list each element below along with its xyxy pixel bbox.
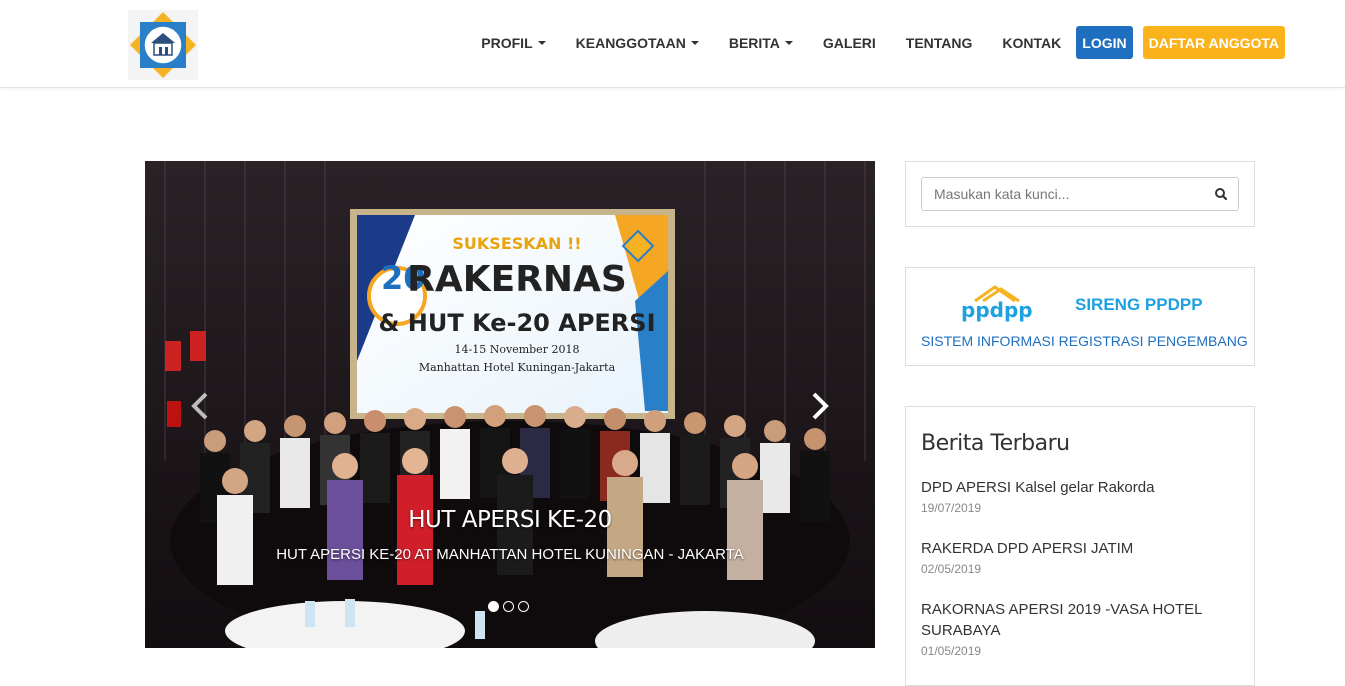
search-icon (1215, 188, 1228, 201)
nav-profil[interactable]: PROFIL (466, 35, 560, 51)
news-item: RAKERDA DPD APERSI JATIM 02/05/2019 (921, 538, 1241, 576)
news-item-title[interactable]: RAKERDA DPD APERSI JATIM (921, 538, 1241, 559)
sireng-title: SIRENG PPDPP (1075, 295, 1203, 314)
latest-news-panel: Berita Terbaru DPD APERSI Kalsel gelar R… (905, 406, 1255, 686)
register-member-button[interactable]: DAFTAR ANGGOTA (1142, 26, 1285, 59)
navbar: PROFIL KEANGGOTAAN BERITA GALERI TENTANG… (0, 0, 1345, 88)
search-input[interactable] (921, 177, 1239, 211)
news-item-title[interactable]: DPD APERSI Kalsel gelar Rakorda (921, 477, 1241, 498)
caret-down-icon (537, 40, 546, 45)
news-item-title[interactable]: RAKORNAS APERSI 2019 -VASA HOTEL SURABAY… (921, 599, 1241, 641)
nav-berita-label: BERITA (728, 34, 780, 51)
event-photo: 20 SUKSESKAN !! RAKERNAS & HUT Ke-20 APE… (145, 161, 875, 648)
sireng-subtitle: SISTEM INFORMASI REGISTRASI PENGEMBANG (921, 333, 1248, 349)
carousel-next-button[interactable] (800, 386, 840, 426)
banner-line2: RAKERNAS (407, 259, 627, 300)
caret-down-icon (690, 40, 699, 45)
ppdpp-logo: ppdpp (961, 283, 1033, 328)
nav-keanggotaan-label: KEANGGOTAAN (575, 34, 686, 51)
caret-down-icon (784, 40, 793, 45)
chevron-right-icon (812, 392, 829, 420)
news-item: RAKORNAS APERSI 2019 -VASA HOTEL SURABAY… (921, 599, 1241, 658)
carousel-indicator-1[interactable] (488, 601, 499, 612)
nav-tentang-label: TENTANG (905, 34, 973, 51)
news-item-date: 02/05/2019 (921, 562, 982, 576)
search-panel (905, 161, 1255, 227)
carousel-indicator-3[interactable] (518, 601, 529, 612)
hero-carousel: 20 SUKSESKAN !! RAKERNAS & HUT Ke-20 APE… (145, 161, 875, 648)
ppdpp-logo-text: ppdpp (961, 298, 1033, 322)
banner-line3: & HUT Ke-20 APERSI (378, 309, 655, 337)
news-item-date: 01/05/2019 (921, 644, 982, 658)
carousel-indicators (488, 601, 529, 612)
nav-galeri[interactable]: GALERI (808, 35, 891, 51)
nav-keanggotaan[interactable]: KEANGGOTAAN (561, 35, 714, 51)
carousel-indicator-2[interactable] (503, 601, 514, 612)
nav-berita[interactable]: BERITA (714, 35, 808, 51)
apersi-logo[interactable] (128, 10, 198, 80)
carousel-prev-button[interactable] (180, 386, 220, 426)
carousel-caption-title: HUT APERSI KE-20 (408, 507, 612, 533)
sireng-ppdpp-banner[interactable]: ppdpp SIRENG PPDPP SISTEM INFORMASI REGI… (905, 267, 1255, 366)
search-button[interactable] (1211, 184, 1231, 204)
chevron-left-icon (191, 392, 208, 420)
banner-line1: SUKSESKAN !! (452, 234, 581, 253)
nav-galeri-label: GALERI (822, 34, 876, 51)
nav-kontak[interactable]: KONTAK (987, 35, 1076, 51)
nav-tentang[interactable]: TENTANG (891, 35, 988, 51)
nav-profil-label: PROFIL (481, 34, 533, 51)
login-button[interactable]: LOGIN (1076, 26, 1133, 59)
carousel-caption-subtitle: HUT APERSI KE-20 AT MANHATTAN HOTEL KUNI… (276, 546, 744, 563)
banner-line5: Manhattan Hotel Kuningan-Jakarta (419, 361, 616, 374)
nav-kontak-label: KONTAK (1002, 34, 1062, 51)
banner-line4: 14-15 November 2018 (455, 343, 580, 356)
main-nav: PROFIL KEANGGOTAAN BERITA GALERI TENTANG… (466, 26, 1285, 59)
news-item-date: 19/07/2019 (921, 501, 982, 515)
news-item: DPD APERSI Kalsel gelar Rakorda 19/07/20… (921, 477, 1241, 515)
latest-news-heading: Berita Terbaru (921, 431, 1070, 456)
